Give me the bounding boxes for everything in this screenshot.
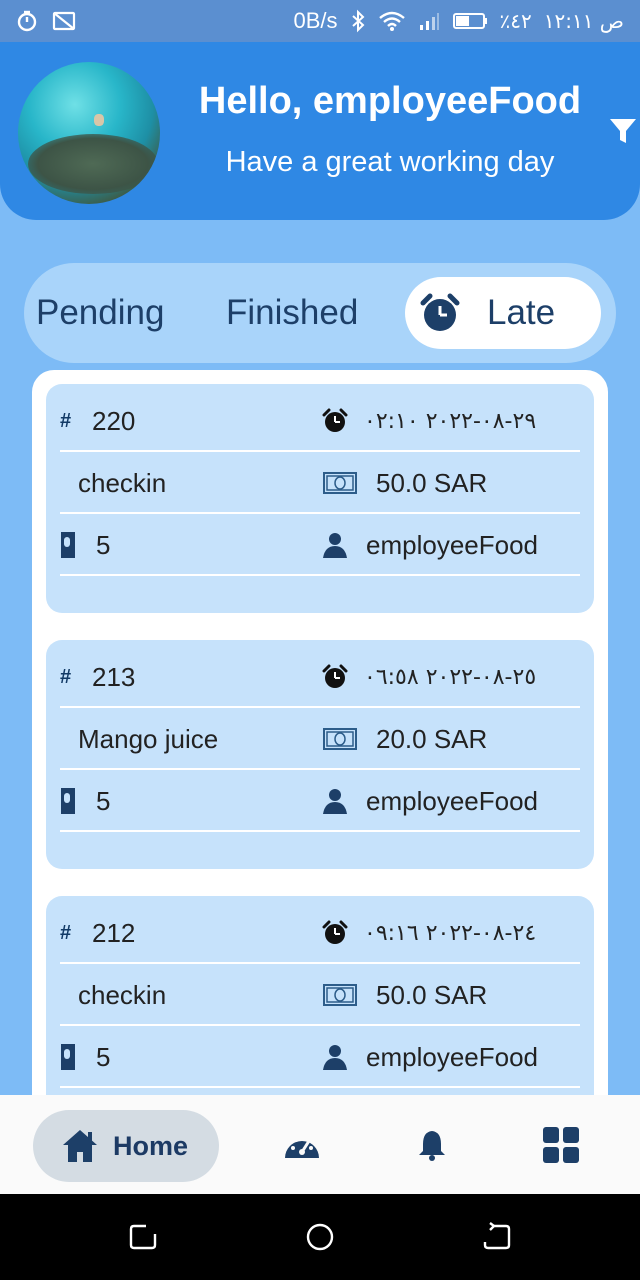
order-datetime: ٢٩-٠٨-٢٠٢٢ ٠٢:١٠	[364, 408, 537, 434]
tab-finished-label: Finished	[226, 293, 359, 332]
back-icon	[482, 1222, 512, 1252]
order-row-qty-employee: 5 employeeFood	[60, 1026, 580, 1088]
recents-button[interactable]	[128, 1222, 158, 1252]
battery-icon	[452, 11, 488, 31]
order-row-id-date: # 212 ٢٤-٠٨-٢٠٢٢ ٠٩:١٦	[60, 902, 580, 964]
order-card[interactable]: # 212 ٢٤-٠٨-٢٠٢٢ ٠٩:١٦ checkin 50.0 SAR …	[46, 896, 594, 1125]
door-icon	[60, 787, 76, 815]
signal-icon	[418, 11, 440, 31]
hash-icon: #	[60, 665, 72, 688]
hash-icon: #	[60, 921, 72, 944]
order-quantity: 5	[96, 1041, 111, 1072]
order-price: 50.0 SAR	[376, 979, 488, 1010]
order-employee: employeeFood	[366, 785, 538, 816]
person-icon	[322, 1043, 348, 1071]
order-employee: employeeFood	[366, 1041, 538, 1072]
order-id: 213	[92, 661, 136, 692]
alarm-clock-icon	[322, 920, 348, 946]
order-item-name: checkin	[78, 979, 167, 1010]
nav-notifications-button[interactable]	[412, 1125, 452, 1165]
order-row-item-price: Mango juice 20.0 SAR	[60, 708, 580, 770]
status-bar: 0B/s ٪٤٢ ص ١٢:١١	[0, 0, 640, 42]
battery-percent: ٪٤٢	[499, 9, 532, 33]
nav-home-button[interactable]: Home	[33, 1110, 219, 1182]
network-speed: 0B/s	[293, 8, 338, 33]
order-card[interactable]: # 213 ٢٥-٠٨-٢٠٢٢ ٠٦:٥٨ Mango juice 20.0 …	[46, 640, 594, 869]
avatar[interactable]	[18, 62, 160, 204]
order-item-name: Mango juice	[78, 723, 219, 754]
bluetooth-icon	[350, 9, 366, 33]
avatar-swimmer	[94, 114, 104, 126]
bell-icon	[417, 1128, 447, 1162]
order-quantity: 5	[96, 785, 111, 816]
door-icon	[60, 531, 76, 559]
grid-menu-icon	[542, 1126, 580, 1164]
order-row-item-price: checkin 50.0 SAR	[60, 452, 580, 514]
person-icon	[322, 531, 348, 559]
order-datetime: ٢٤-٠٨-٢٠٢٢ ٠٩:١٦	[364, 920, 537, 946]
home-system-button[interactable]	[305, 1222, 335, 1252]
system-navigation-bar	[0, 1194, 640, 1280]
status-tabs: Pending Finished Late	[24, 263, 616, 363]
person-icon	[322, 787, 348, 815]
alarm-clock-icon	[322, 408, 348, 434]
money-icon	[322, 982, 358, 1008]
order-id: 212	[92, 917, 136, 948]
order-row-qty-employee: 5 employeeFood	[60, 770, 580, 832]
dashboard-gauge-icon	[283, 1128, 321, 1162]
tab-pending-label: Pending	[36, 293, 165, 332]
circle-home-icon	[305, 1222, 335, 1252]
alarm-clock-icon	[419, 292, 461, 334]
nav-home-label: Home	[113, 1130, 189, 1161]
alarm-clock-icon	[322, 664, 348, 690]
app-screen: Hello, employeeFood Have a great working…	[0, 42, 640, 1194]
order-row-id-date: # 213 ٢٥-٠٨-٢٠٢٢ ٠٦:٥٨	[60, 646, 580, 708]
greeting-title: Hello, employeeFood	[198, 80, 582, 122]
order-employee: employeeFood	[366, 529, 538, 560]
back-button[interactable]	[482, 1222, 512, 1252]
tab-late[interactable]: Late	[405, 277, 601, 349]
order-item-name: checkin	[78, 467, 167, 498]
hash-icon: #	[60, 409, 72, 432]
greeting-subtitle: Have a great working day	[225, 146, 555, 178]
orders-list[interactable]: # 220 ٢٩-٠٨-٢٠٢٢ ٠٢:١٠ checkin 50.0 SAR …	[32, 370, 608, 1194]
order-id: 220	[92, 405, 136, 436]
screen-cast-icon	[52, 10, 76, 32]
tab-finished[interactable]: Finished	[226, 263, 358, 363]
tab-pending[interactable]: Pending	[36, 263, 164, 363]
order-row-id-date: # 220 ٢٩-٠٨-٢٠٢٢ ٠٢:١٠	[60, 390, 580, 452]
order-quantity: 5	[96, 529, 111, 560]
order-datetime: ٢٥-٠٨-٢٠٢٢ ٠٦:٥٨	[364, 664, 537, 690]
timer-icon	[16, 10, 38, 32]
clock: ص ١٢:١١	[543, 9, 624, 33]
money-icon	[322, 726, 358, 752]
order-row-item-price: checkin 50.0 SAR	[60, 964, 580, 1026]
door-icon	[60, 1043, 76, 1071]
order-price: 50.0 SAR	[376, 467, 488, 498]
wifi-icon	[378, 10, 406, 32]
money-icon	[322, 470, 358, 496]
order-row-qty-employee: 5 employeeFood	[60, 514, 580, 576]
filter-button[interactable]	[606, 114, 640, 148]
tab-late-label: Late	[487, 293, 556, 332]
nav-dashboard-button[interactable]	[282, 1125, 322, 1165]
bottom-navigation: Home	[0, 1095, 640, 1194]
header: Hello, employeeFood Have a great working…	[0, 42, 640, 220]
home-icon	[61, 1128, 99, 1164]
filter-icon	[608, 116, 638, 146]
order-card[interactable]: # 220 ٢٩-٠٨-٢٠٢٢ ٠٢:١٠ checkin 50.0 SAR …	[46, 384, 594, 613]
order-price: 20.0 SAR	[376, 723, 488, 754]
recents-icon	[128, 1222, 158, 1252]
nav-menu-button[interactable]	[541, 1125, 581, 1165]
avatar-rock	[28, 134, 158, 194]
